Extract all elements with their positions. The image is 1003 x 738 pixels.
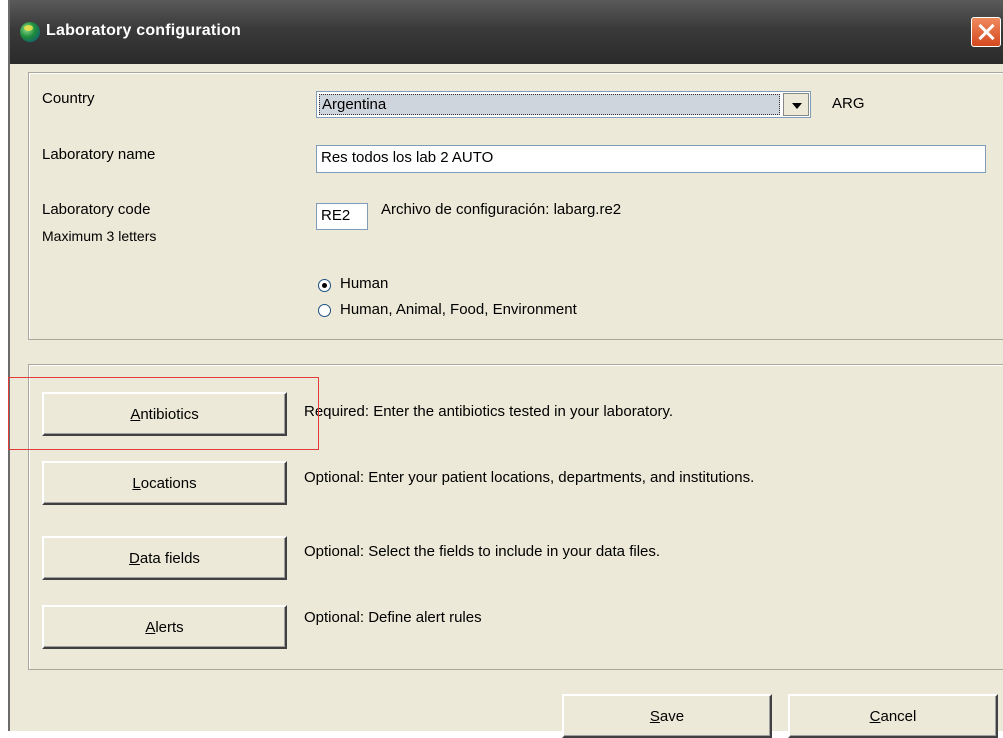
country-select[interactable]: Argentina [316, 91, 811, 118]
save-button-label: ave [659, 707, 685, 725]
cancel-button-access-key: C [869, 707, 881, 725]
radio-human[interactable] [318, 279, 331, 292]
country-select-value: Argentina [319, 94, 780, 115]
data-fields-button[interactable]: Data fields [42, 536, 287, 580]
radio-human-label[interactable]: Human [340, 275, 388, 292]
antibiotics-highlight-box [8, 377, 319, 450]
title-bar[interactable]: Laboratory configuration [10, 0, 1003, 64]
dialog-window: Laboratory configuration Country Argenti… [8, 0, 1003, 738]
lab-code-label: Laboratory code [42, 201, 151, 218]
lab-code-hint: Maximum 3 letters [42, 228, 157, 244]
country-label: Country [42, 90, 95, 107]
locations-button-label: ocations [140, 474, 197, 492]
globe-icon [20, 22, 40, 42]
lab-name-label: Laboratory name [42, 146, 156, 163]
locations-description: Optional: Enter your patient locations, … [304, 469, 755, 486]
close-button[interactable] [971, 17, 1001, 47]
data-fields-description: Optional: Select the fields to include i… [304, 543, 661, 560]
lab-settings-group: Country Argentina ARG Laboratory name Re… [28, 72, 1003, 340]
lab-name-input[interactable]: Res todos los lab 2 AUTO [316, 145, 986, 173]
cancel-button[interactable]: Cancel [788, 694, 998, 738]
locations-button-access-key: L [132, 474, 141, 492]
radio-all-sectors[interactable] [318, 304, 331, 317]
chevron-down-icon[interactable] [783, 93, 809, 116]
alerts-button-label: lerts [155, 618, 184, 636]
save-button[interactable]: Save [562, 694, 772, 738]
save-button-access-key: S [649, 707, 660, 725]
window-title: Laboratory configuration [46, 22, 242, 39]
antibiotics-description: Required: Enter the antibiotics tested i… [304, 403, 674, 420]
radio-all-sectors-label[interactable]: Human, Animal, Food, Environment [340, 301, 577, 318]
alerts-button-access-key: A [145, 618, 156, 636]
cancel-button-label: ancel [880, 707, 917, 725]
data-fields-button-label: ata fields [139, 549, 200, 567]
alerts-button[interactable]: Alerts [42, 605, 287, 649]
lab-code-input[interactable]: RE2 [316, 203, 368, 230]
config-file-text: Archivo de configuración: labarg.re2 [381, 201, 622, 218]
locations-button[interactable]: Locations [42, 461, 287, 505]
alerts-description: Optional: Define alert rules [304, 609, 482, 626]
data-fields-button-access-key: D [129, 549, 140, 567]
country-code: ARG [832, 95, 865, 112]
